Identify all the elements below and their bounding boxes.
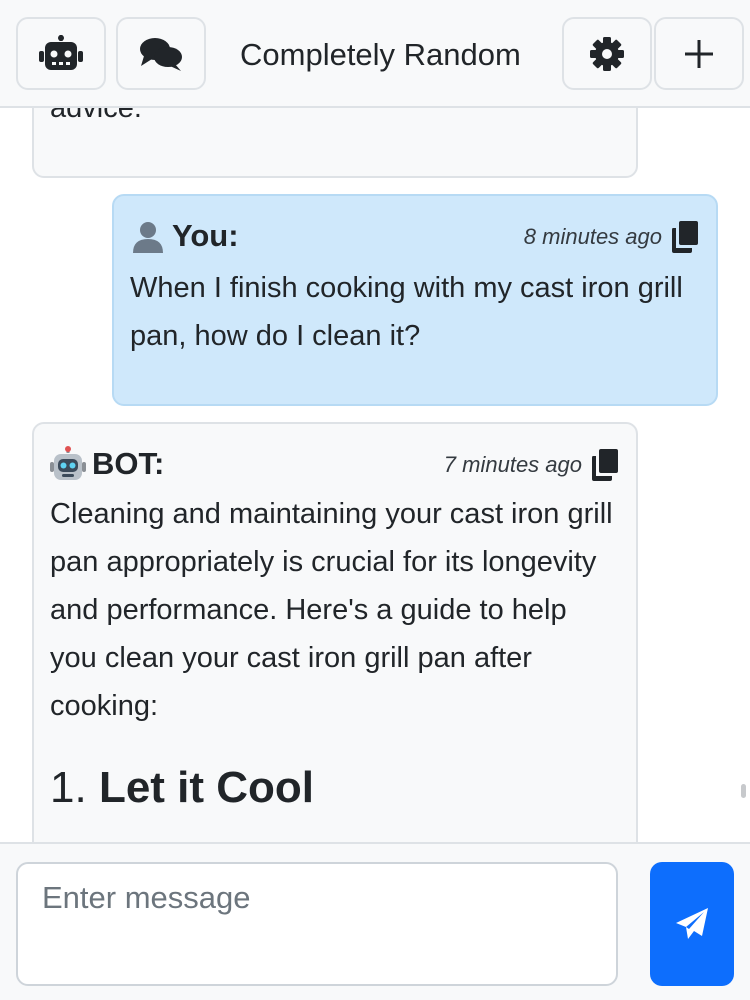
plus-icon <box>685 39 713 68</box>
message-author: You: <box>130 218 239 254</box>
bot-message: advice. <box>32 108 638 178</box>
settings-button[interactable] <box>562 17 652 90</box>
timestamp: 8 minutes ago <box>523 224 662 249</box>
message-header: You: 8 minutes ago <box>130 216 700 256</box>
author-label: You: <box>172 218 239 253</box>
message-author: BOT: <box>50 446 164 482</box>
robot-icon <box>39 34 83 70</box>
heading-text: Let it Cool <box>98 763 315 812</box>
bot-button[interactable] <box>16 17 106 90</box>
scrollbar-thumb[interactable] <box>741 784 746 798</box>
send-button[interactable] <box>650 862 734 986</box>
message-heading: 1. Let it Cool <box>50 762 314 814</box>
message-input[interactable] <box>16 862 618 986</box>
top-bar: Completely Random <box>0 0 750 108</box>
author-label: BOT: <box>92 446 165 481</box>
timestamp: 7 minutes ago <box>443 452 582 477</box>
robot-face-icon <box>50 446 86 480</box>
user-message: You: 8 minutes ago When I finish cooking… <box>112 194 718 406</box>
user-icon <box>133 222 163 253</box>
message-text: When I finish cooking with my cast iron … <box>130 272 683 352</box>
paper-plane-icon <box>676 908 708 939</box>
chat-title: Completely Random <box>240 37 521 72</box>
chats-button[interactable] <box>116 17 206 90</box>
message-header: BOT: 7 minutes ago <box>50 444 620 484</box>
composer <box>0 842 750 1000</box>
gear-icon <box>590 36 624 71</box>
copy-icon[interactable] <box>670 220 700 254</box>
comments-icon <box>140 37 182 71</box>
chat-area[interactable]: advice. You: 8 minutes ago When I finish… <box>0 108 750 842</box>
copy-icon[interactable] <box>590 448 620 482</box>
bot-message: BOT: 7 minutes ago Cleaning and maintain… <box>32 422 638 842</box>
heading-number: 1. <box>50 763 87 812</box>
new-chat-button[interactable] <box>654 17 744 90</box>
message-text: advice. <box>50 108 142 124</box>
message-text: Cleaning and maintaining your cast iron … <box>50 498 613 722</box>
